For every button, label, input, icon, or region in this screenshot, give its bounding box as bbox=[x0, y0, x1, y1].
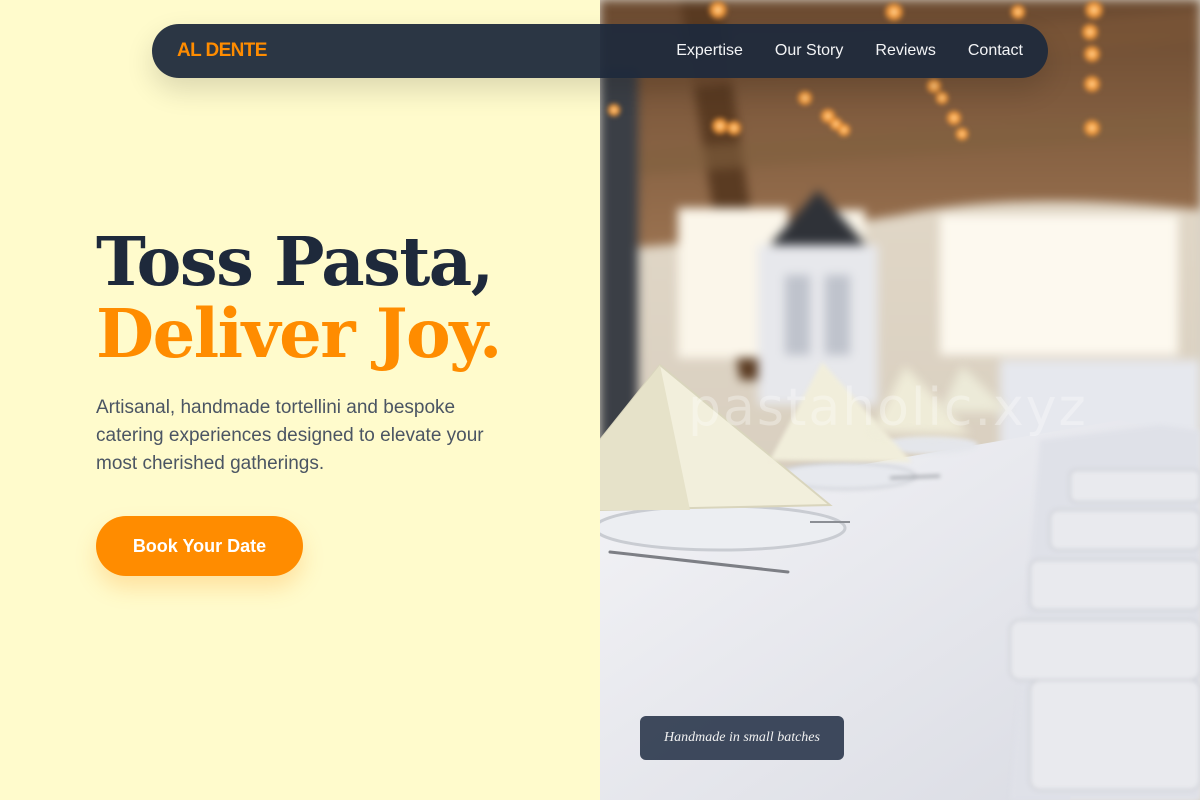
hero-subtitle: Artisanal, handmade tortellini and bespo… bbox=[96, 397, 484, 474]
hero-photo: pastaholic.xyz Handmade in small batches bbox=[600, 0, 1200, 800]
watermark-text: pastaholic.xyz bbox=[688, 378, 1088, 438]
nav-links: Expertise Our Story Reviews Contact bbox=[676, 42, 1023, 60]
nav-link-our-story[interactable]: Our Story bbox=[775, 42, 843, 60]
photo-caption: Handmade in small batches bbox=[640, 716, 844, 760]
hero-title-line2: Deliver Joy. bbox=[96, 294, 502, 373]
nav-link-contact[interactable]: Contact bbox=[968, 42, 1023, 60]
nav-link-expertise[interactable]: Expertise bbox=[676, 42, 743, 60]
navbar: AL DENTE Expertise Our Story Reviews Con… bbox=[152, 24, 1048, 78]
hero-title: Toss Pasta, Deliver Joy. bbox=[96, 222, 502, 373]
nav-link-reviews[interactable]: Reviews bbox=[875, 42, 935, 60]
logo[interactable]: AL DENTE bbox=[177, 40, 267, 62]
hero-title-line1: Toss Pasta, bbox=[96, 222, 494, 301]
book-your-date-button[interactable]: Book Your Date bbox=[96, 516, 303, 576]
